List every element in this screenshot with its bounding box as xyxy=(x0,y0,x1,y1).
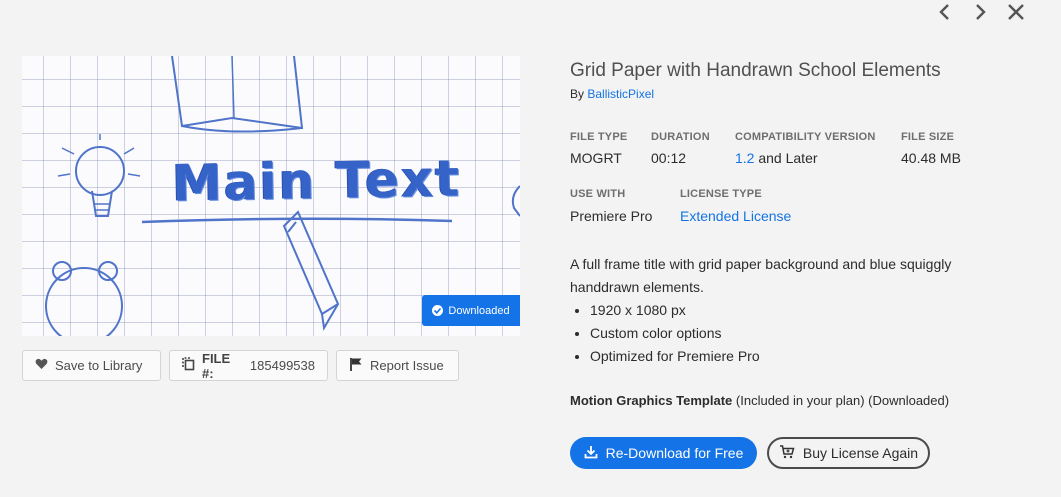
preview-main-text: Main Text xyxy=(171,149,462,213)
chevron-left-icon[interactable] xyxy=(935,2,955,22)
feature-item: Custom color options xyxy=(590,322,1010,345)
author-link[interactable]: BallisticPixel xyxy=(587,87,654,101)
file-number-button[interactable]: FILE #: 185499538 xyxy=(169,350,328,381)
use-with-label: USE WITH xyxy=(570,188,626,200)
file-size-value: 40.48 MB xyxy=(901,150,961,166)
file-type-value: MOGRT xyxy=(570,150,622,166)
duration-label: DURATION xyxy=(651,131,710,143)
license-type-label: LICENSE TYPE xyxy=(680,188,762,200)
compatibility-label: COMPATIBILITY VERSION xyxy=(735,131,876,143)
cart-icon xyxy=(779,444,795,462)
chevron-right-icon[interactable] xyxy=(970,2,990,22)
file-number-value: 185499538 xyxy=(249,358,315,373)
compatibility-suffix: and Later xyxy=(758,150,818,166)
plan-note: (Included in your plan) (Downloaded) xyxy=(735,393,950,408)
buy-license-again-button[interactable]: Buy License Again xyxy=(767,437,930,469)
use-with-value: Premiere Pro xyxy=(570,208,653,224)
template-preview[interactable]: Main Text xyxy=(22,56,520,336)
description: A full frame title with grid paper backg… xyxy=(570,253,1010,368)
byline-prefix: By xyxy=(570,87,585,101)
template-type: Motion Graphics Template xyxy=(570,393,733,408)
buy-license-again-label: Buy License Again xyxy=(802,445,919,461)
report-issue-button[interactable]: Report Issue xyxy=(336,350,459,381)
duration-value: 00:12 xyxy=(651,150,687,166)
copy-icon xyxy=(182,357,195,374)
feature-item: Optimized for Premiere Pro xyxy=(590,345,1010,368)
plan-info: Motion Graphics Template (Included in yo… xyxy=(570,393,949,408)
feature-list: 1920 x 1080 px Custom color options Opti… xyxy=(570,299,1010,368)
byline: By BallisticPixel xyxy=(570,87,654,101)
badge-label: Downloaded xyxy=(448,304,510,317)
close-icon[interactable] xyxy=(1006,2,1026,22)
redownload-button[interactable]: Re-Download for Free xyxy=(570,437,757,469)
downloaded-badge: Downloaded xyxy=(422,295,520,326)
file-size-label: FILE SIZE xyxy=(901,131,955,143)
report-issue-label: Report Issue xyxy=(370,358,444,373)
compatibility-value: 1.2 and Later xyxy=(735,150,818,166)
save-to-library-label: Save to Library xyxy=(55,358,143,373)
file-type-label: FILE TYPE xyxy=(570,131,628,143)
save-to-library-button[interactable]: Save to Library xyxy=(22,350,161,381)
feature-item: 1920 x 1080 px xyxy=(590,299,1010,322)
file-number-label: FILE #: xyxy=(202,350,231,381)
heart-icon xyxy=(35,358,48,373)
redownload-label: Re-Download for Free xyxy=(605,445,744,461)
download-icon xyxy=(584,445,598,462)
flag-icon xyxy=(349,357,363,375)
check-icon xyxy=(432,305,444,316)
asset-title: Grid Paper with Handrawn School Elements xyxy=(570,60,941,81)
description-text: A full frame title with grid paper backg… xyxy=(570,256,952,295)
compatibility-version-link[interactable]: 1.2 xyxy=(735,150,754,166)
license-type-link[interactable]: Extended License xyxy=(680,208,791,224)
